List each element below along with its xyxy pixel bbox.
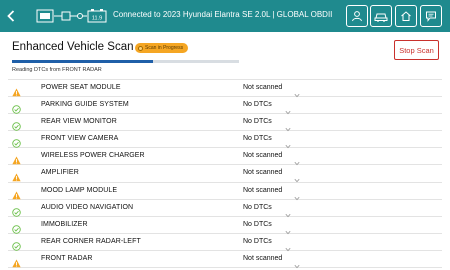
module-row[interactable]: FRONT VIEW CAMERA No DTCs (8, 131, 442, 149)
module-name: AMPLIFIER (41, 169, 79, 177)
module-status: No DTCs (243, 203, 272, 211)
module-name: PARKING GUIDE SYSTEM (41, 101, 129, 109)
module-row[interactable]: AMPLIFIER Not scanned (8, 165, 442, 183)
check-circle-icon (12, 135, 21, 149)
scan-status-badge: Scan in Progress (135, 43, 189, 53)
user-button[interactable] (346, 5, 368, 27)
spinner-icon (138, 45, 143, 51)
check-circle-icon (12, 204, 21, 217)
vehicle-icon (374, 13, 388, 22)
chevron-down-icon[interactable] (285, 222, 291, 234)
module-status: Not scanned (243, 84, 283, 91)
module-row[interactable]: MOOD LAMP MODULE Not scanned (8, 183, 442, 200)
back-icon (7, 10, 15, 22)
module-status: Not scanned (243, 254, 283, 262)
stop-scan-button[interactable]: Stop Scan (394, 40, 439, 60)
module-status: No DTCs (243, 220, 272, 228)
scan-status-text: Reading DTCs from FRONT RADAR (12, 67, 102, 73)
module-list: POWER SEAT MODULE Not scanned PARKING GUID… (8, 79, 442, 269)
message-icon (426, 11, 436, 22)
chevron-down-icon[interactable] (294, 153, 300, 166)
chevron-down-icon[interactable] (294, 170, 300, 183)
module-status: No DTCs (243, 101, 272, 109)
module-status: Not scanned (243, 169, 283, 177)
module-name: FRONT RADAR (41, 254, 93, 262)
chevron-down-icon[interactable] (285, 136, 291, 149)
module-row[interactable]: POWER SEAT MODULE Not scanned (8, 80, 442, 98)
module-status: No DTCs (243, 237, 272, 245)
scan-progress-fill (12, 60, 153, 63)
module-row[interactable]: REAR VIEW MONITOR No DTCs (8, 114, 442, 132)
module-status: Not scanned (243, 186, 283, 194)
module-row[interactable]: WIRELESS POWER CHARGER Not scanned (8, 148, 442, 166)
module-name: REAR CORNER RADAR-LEFT (41, 237, 141, 245)
connection-text: Connected to 2023 Hyundai Elantra SE 2.0… (113, 10, 333, 19)
chevron-down-icon[interactable] (285, 119, 291, 132)
check-circle-icon (12, 221, 21, 234)
module-name: REAR VIEW MONITOR (41, 118, 117, 126)
module-status: No DTCs (243, 135, 272, 143)
module-name: MOOD LAMP MODULE (41, 186, 118, 194)
module-status: Not scanned (243, 152, 283, 160)
chevron-down-icon[interactable] (285, 205, 291, 217)
module-name: POWER SEAT MODULE (41, 84, 121, 91)
battery-voltage: 11.9 (92, 16, 102, 22)
module-row[interactable]: FRONT RADAR Not scanned (8, 251, 442, 269)
module-row[interactable]: IMMOBILIZER No DTCs (8, 217, 442, 234)
chevron-down-icon[interactable] (285, 102, 291, 115)
chevron-down-icon[interactable] (294, 256, 300, 269)
connection-status-icon: 11.9 (36, 9, 107, 23)
chevron-down-icon[interactable] (294, 188, 300, 200)
back-button[interactable] (0, 0, 22, 32)
warning-icon (12, 84, 21, 97)
check-circle-icon (12, 118, 21, 131)
page-title: Enhanced Vehicle Scan (12, 41, 134, 53)
warning-icon (12, 152, 21, 165)
module-name: IMMOBILIZER (41, 220, 88, 228)
module-row[interactable]: PARKING GUIDE SYSTEM No DTCs (8, 97, 442, 115)
home-icon (401, 11, 411, 21)
module-row[interactable]: AUDIO VIDEO NAVIGATION No DTCs (8, 200, 442, 217)
home-button[interactable] (395, 5, 417, 27)
module-status: No DTCs (243, 118, 272, 126)
module-name: FRONT VIEW CAMERA (41, 135, 119, 143)
vehicle-button[interactable] (370, 5, 392, 27)
badge-label: Scan in Progress (145, 45, 184, 51)
chevron-down-icon[interactable] (285, 239, 291, 252)
check-circle-icon (12, 101, 21, 114)
warning-icon (12, 255, 21, 268)
user-icon (352, 11, 362, 22)
check-circle-icon (12, 238, 21, 251)
top-bar: 11.9 Connected to 2023 Hyundai Elantra S… (0, 0, 450, 32)
scan-progress-bar (12, 60, 239, 63)
warning-icon (12, 187, 21, 199)
module-name: WIRELESS POWER CHARGER (41, 152, 145, 160)
chevron-down-icon[interactable] (294, 85, 300, 98)
module-row[interactable]: REAR CORNER RADAR-LEFT No DTCs (8, 234, 442, 252)
message-button[interactable] (420, 5, 442, 27)
warning-icon (12, 169, 21, 182)
module-name: AUDIO VIDEO NAVIGATION (41, 203, 134, 211)
